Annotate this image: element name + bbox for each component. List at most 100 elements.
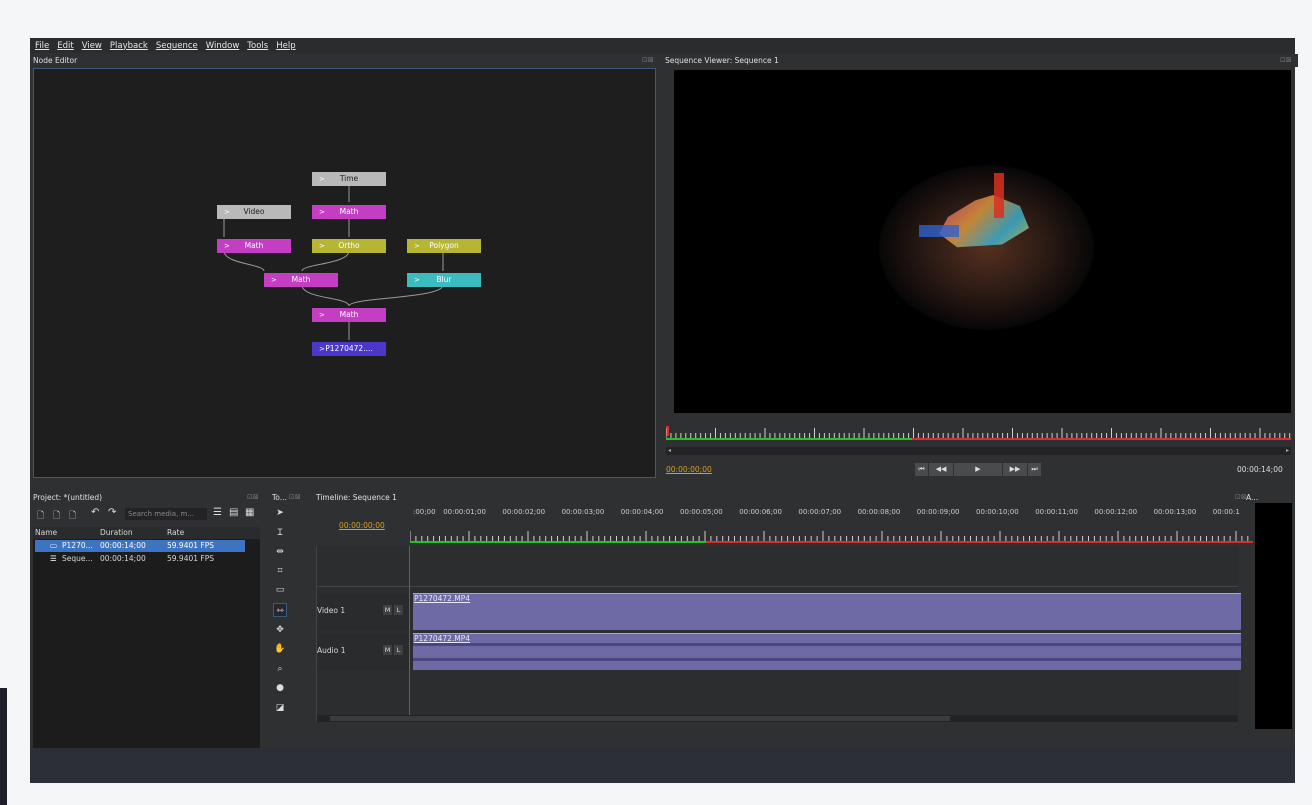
node-math-4[interactable]: > Math xyxy=(312,308,386,322)
column-rate[interactable]: Rate xyxy=(167,527,184,539)
timeline-ruler-label: 00:00:01;00 xyxy=(443,508,486,516)
menu-tools[interactable]: Tools xyxy=(247,41,268,51)
project-row-sequence[interactable]: ☰ Seque... 00:00:14;00 59.9401 FPS xyxy=(35,553,245,565)
go-to-end-button[interactable]: ⏭ xyxy=(1028,463,1041,476)
fast-forward-button[interactable]: ▶▶ xyxy=(1003,463,1027,476)
audio-monitor xyxy=(1255,503,1292,729)
viewer-timecode-end: 00:00:14;00 xyxy=(1237,465,1283,474)
app-window: File Edit View Playback Sequence Window … xyxy=(30,38,1298,783)
audio-monitor-dock-buttons[interactable]: ⊡⊠ xyxy=(1235,493,1247,501)
project-dock-buttons[interactable]: ⊡⊠ xyxy=(247,493,259,501)
node-math-1[interactable]: > Math xyxy=(312,205,386,219)
timeline-ruler-label: 00:00:1 xyxy=(1212,508,1240,516)
list-view-icon[interactable]: ▤ xyxy=(229,507,238,518)
menu-view[interactable]: View xyxy=(82,41,102,51)
timeline-ruler[interactable] xyxy=(410,531,1253,543)
menu-help[interactable]: Help xyxy=(276,41,295,51)
timeline-playhead[interactable] xyxy=(409,546,410,722)
viewer-ruler[interactable] xyxy=(666,426,1291,440)
tree-view-icon[interactable]: ☰ xyxy=(213,507,222,518)
video-mute-button[interactable]: M xyxy=(383,605,392,615)
tools-dock-buttons[interactable]: ⊡⊠ xyxy=(289,493,301,501)
rolling-tool-icon[interactable]: ⌗ xyxy=(273,564,287,578)
edit-tool-icon[interactable]: Ɪ xyxy=(273,526,287,540)
timeline-ruler-label: 00:00:04;00 xyxy=(620,508,664,516)
node-connections xyxy=(223,186,444,340)
project-media-list[interactable]: Name Duration Rate ▭ P1270... 00:00:14;0… xyxy=(33,527,260,777)
video-frame-image xyxy=(879,165,1094,330)
hand-tool-icon[interactable]: ✋ xyxy=(273,642,287,656)
timeline-ruler-labels: :00;00 00:00:01;00 00:00:02;00 00:00:03;00 0… xyxy=(410,508,1253,518)
sequence-icon: ☰ xyxy=(50,554,57,563)
menu-edit[interactable]: Edit xyxy=(57,41,73,51)
pointer-tool-icon[interactable]: ➤ xyxy=(273,506,287,520)
ripple-tool-icon[interactable]: ⇹ xyxy=(273,545,287,559)
audio-track-header: Audio 1 M L xyxy=(316,634,409,670)
search-media-input[interactable]: Search media, m... xyxy=(125,508,207,520)
timeline-ruler-label: 00:00:09;00 xyxy=(916,508,960,516)
viewer-ruler-ticks xyxy=(666,428,1291,438)
timeline-ruler-label: 00:00:02;00 xyxy=(502,508,546,516)
project-row-clip[interactable]: ▭ P1270... 00:00:14;00 59.9401 FPS xyxy=(35,540,245,552)
timeline-title: Timeline: Sequence 1 xyxy=(316,493,397,502)
go-to-start-button[interactable]: ⏮ xyxy=(915,463,928,476)
column-name[interactable]: Name xyxy=(35,527,57,539)
rewind-button[interactable]: ◀◀ xyxy=(929,463,953,476)
slip-tool-icon[interactable]: ⇿ xyxy=(273,603,287,617)
node-editor-title: Node Editor xyxy=(30,54,657,67)
timeline-scrollbar[interactable] xyxy=(316,715,1238,722)
menu-playback[interactable]: Playback xyxy=(110,41,148,51)
scroll-left-icon[interactable]: ◂ xyxy=(668,447,671,454)
status-bar xyxy=(30,748,1295,783)
node-video[interactable]: > Video xyxy=(217,205,291,219)
project-list-header: Name Duration Rate xyxy=(33,527,260,539)
audio-mute-button[interactable]: M xyxy=(383,645,392,655)
node-output[interactable]: > P1270472.... xyxy=(312,342,386,356)
open-file-icon[interactable]: 🗋 xyxy=(53,508,60,524)
track-header-border xyxy=(316,546,317,722)
node-math-2[interactable]: > Math xyxy=(217,239,291,253)
redo-icon[interactable]: ↷ xyxy=(108,507,116,518)
play-button[interactable]: ▶ xyxy=(954,463,1002,476)
viewer-dock-buttons[interactable]: ⊡⊠ xyxy=(1280,56,1292,64)
node-time[interactable]: > Time xyxy=(312,172,386,186)
menu-file[interactable]: File xyxy=(35,41,49,51)
viewer-scrollbar[interactable]: ◂ ▸ xyxy=(666,447,1291,455)
project-toolbar: 🗋 🗋 🗋 ↶ ↷ Search media, m... ☰ ▤ ▦ xyxy=(33,506,260,522)
node-blur[interactable]: > Blur xyxy=(407,273,481,287)
icon-view-icon[interactable]: ▦ xyxy=(245,507,254,518)
node-editor-dock-buttons[interactable]: ⊡⊠ xyxy=(642,56,654,64)
video-track-header: Video 1 M L xyxy=(316,594,409,630)
viewer-timecode-start[interactable]: 00:00:00;00 xyxy=(666,465,712,474)
menu-bar: File Edit View Playback Sequence Window … xyxy=(30,38,1295,53)
zoom-tool-icon[interactable]: ⌕ xyxy=(273,662,287,676)
audio-clip[interactable]: P1270472.MP4 xyxy=(413,633,1241,670)
menu-sequence[interactable]: Sequence xyxy=(156,41,198,51)
track-area[interactable]: Video 1 M L P1270472.MP4 Audio 1 M L P12… xyxy=(316,546,1241,722)
undo-icon[interactable]: ↶ xyxy=(91,507,99,518)
timeline-ruler-label: 00:00:08;00 xyxy=(857,508,901,516)
node-polygon[interactable]: > Polygon xyxy=(407,239,481,253)
slide-tool-icon[interactable]: ✥ xyxy=(273,623,287,637)
timeline-panel: Timeline: Sequence 1 00:00:00;00 :00;00 0… xyxy=(313,489,1253,779)
record-tool-icon[interactable]: ● xyxy=(273,681,287,695)
razor-tool-icon[interactable]: ▭ xyxy=(273,583,287,597)
save-file-icon[interactable]: 🗋 xyxy=(69,508,76,524)
node-ortho[interactable]: > Ortho xyxy=(312,239,386,253)
scroll-right-icon[interactable]: ▸ xyxy=(1286,447,1289,454)
viewer-frame[interactable] xyxy=(674,70,1291,413)
node-editor-canvas[interactable]: > Time > Math > Video > Math > Ortho > Polygon… xyxy=(33,68,656,478)
column-duration[interactable]: Duration xyxy=(100,527,133,539)
transition-tool-icon[interactable]: ◪ xyxy=(273,701,287,715)
video-lock-button[interactable]: L xyxy=(394,605,403,615)
node-math-3[interactable]: > Math xyxy=(264,273,338,287)
timeline-ruler-label: 00:00:10;00 xyxy=(976,508,1019,516)
video-clip[interactable]: P1270472.MP4 xyxy=(413,593,1241,630)
timeline-progress-red xyxy=(706,541,1253,543)
video-clip-icon: ▭ xyxy=(50,541,58,550)
timeline-timecode[interactable]: 00:00:00;00 xyxy=(339,521,385,530)
timeline-scroll-thumb[interactable] xyxy=(330,716,950,721)
new-file-icon[interactable]: 🗋 xyxy=(37,508,44,524)
audio-lock-button[interactable]: L xyxy=(394,645,403,655)
menu-window[interactable]: Window xyxy=(206,41,240,51)
